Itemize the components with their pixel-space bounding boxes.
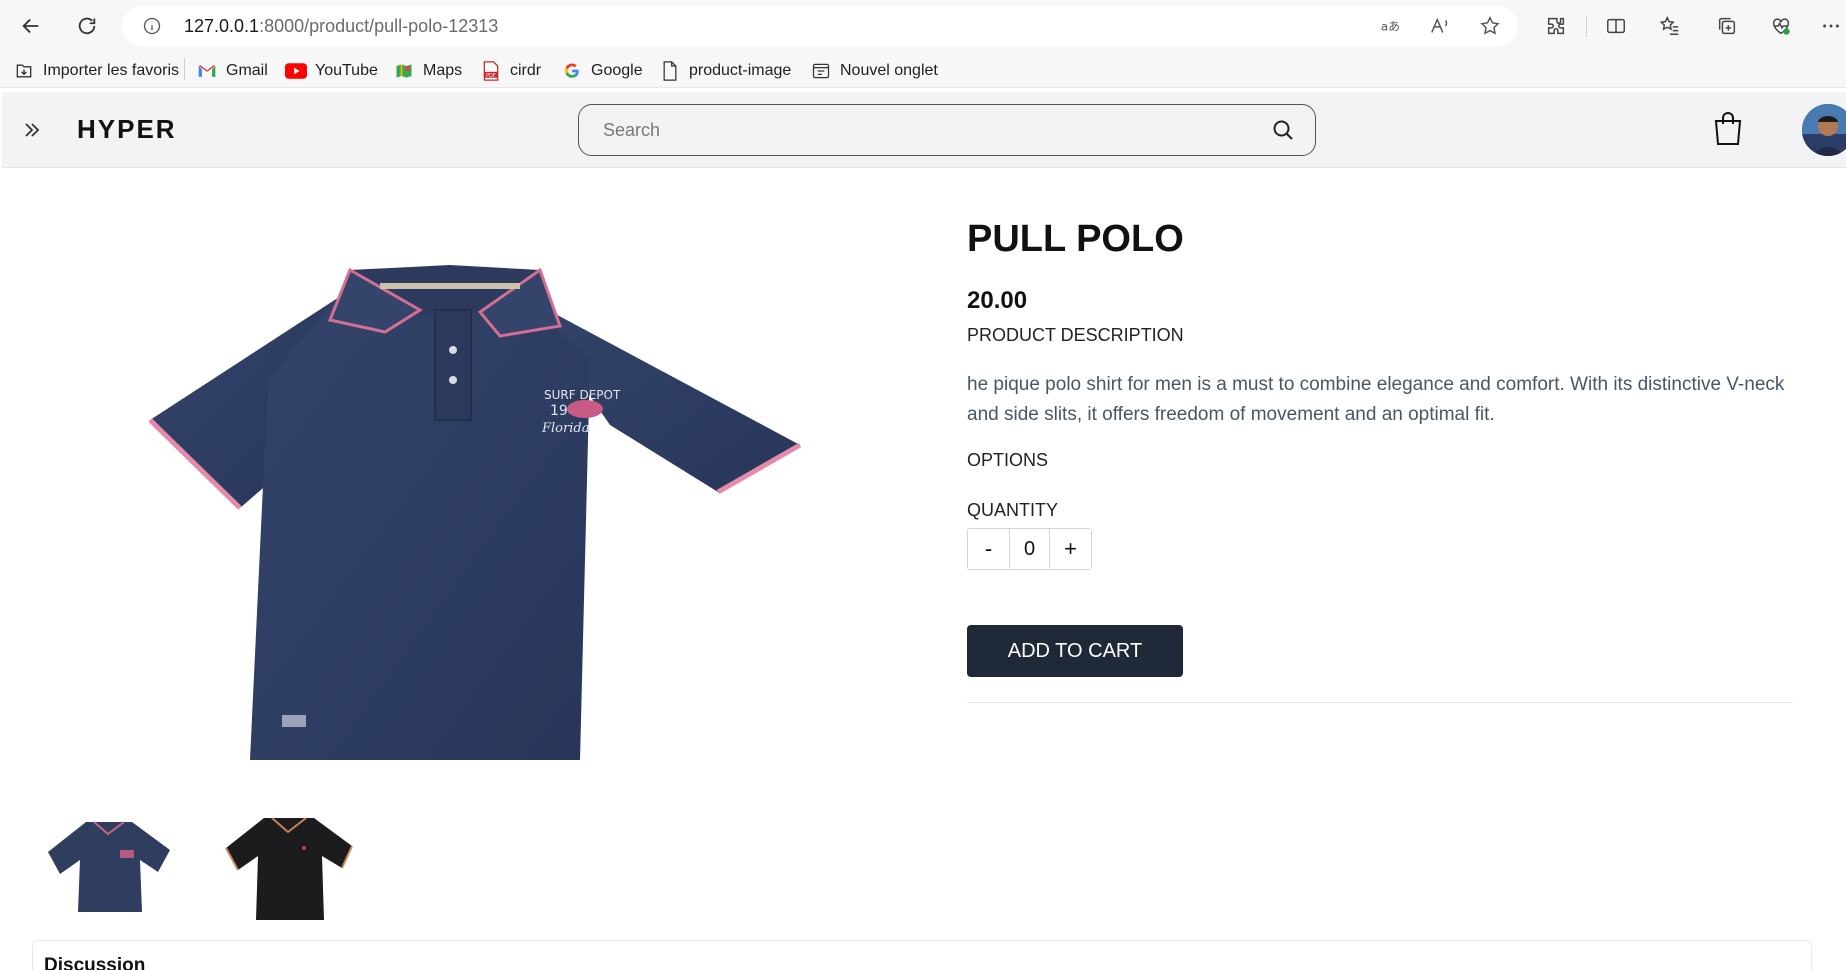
quantity-stepper: - 0 + [967, 528, 1092, 570]
bookmark-label: Importer les favoris [43, 62, 180, 79]
url-text[interactable]: 127.0.0.1:8000/product/pull-polo-12313 [184, 16, 498, 37]
add-to-cart-button[interactable]: ADD TO CART [967, 625, 1183, 677]
bookmarks-bar: Importer les favoris Gmail YouTube Maps … [0, 52, 1846, 88]
bookmark-import-favorites[interactable]: Importer les favoris [13, 59, 179, 83]
product-thumbnail-black[interactable] [218, 812, 358, 922]
url-host: 127.0.0.1 [184, 16, 260, 36]
page-icon [659, 60, 681, 82]
product-description-label: PRODUCT DESCRIPTION [967, 325, 1184, 345]
bookmark-label: cirdr [510, 62, 542, 79]
bookmark-label: Gmail [226, 62, 268, 79]
translate-icon[interactable]: aあ [1376, 12, 1404, 40]
bookmark-label: Maps [423, 62, 463, 79]
product-price: 20.00 [967, 287, 1028, 314]
browser-toolbar: 127.0.0.1:8000/product/pull-polo-12313 a… [0, 0, 1846, 52]
bookmarks-divider [184, 58, 185, 80]
google-icon [561, 60, 583, 82]
svg-text:Florida: Florida [541, 421, 589, 436]
gmail-icon [196, 60, 218, 82]
bookmark-google[interactable]: Google [561, 59, 643, 83]
bookmark-cirdr[interactable]: PDF cirdr [480, 59, 541, 83]
read-aloud-icon[interactable] [1426, 12, 1454, 40]
bookmark-gmail[interactable]: Gmail [196, 59, 268, 83]
svg-text:aあ: aあ [1381, 20, 1400, 34]
import-favorites-icon [13, 60, 35, 82]
product-main-image[interactable]: SURF DEPOT 19 72 Florida [120, 240, 820, 800]
bookmark-new-tab[interactable]: Nouvel onglet [810, 59, 938, 83]
pdf-icon: PDF [480, 60, 502, 82]
search-bar [578, 104, 1316, 156]
favorites-list-icon[interactable] [1656, 12, 1684, 40]
bookmark-maps[interactable]: Maps [393, 59, 462, 83]
maps-icon [393, 60, 415, 82]
site-info-icon[interactable] [142, 16, 162, 41]
shopping-bag-icon[interactable] [1712, 110, 1746, 148]
bookmark-label: product-image [689, 62, 792, 79]
back-arrow-icon[interactable] [16, 12, 46, 40]
options-label: OPTIONS [967, 450, 1049, 470]
url-path: :8000/product/pull-polo-12313 [259, 16, 499, 36]
quantity-increase-button[interactable]: + [1050, 529, 1091, 569]
address-bar[interactable]: 127.0.0.1:8000/product/pull-polo-12313 a… [122, 6, 1518, 46]
discussion-section: Discussion [32, 940, 1812, 970]
site-header: HYPER [2, 92, 1846, 168]
product-description: he pique polo shirt for men is a must to… [967, 374, 1785, 425]
product-thumbnail-navy[interactable] [38, 812, 178, 922]
quantity-value[interactable]: 0 [1009, 529, 1050, 569]
discussion-title: Discussion [44, 955, 146, 970]
browser-health-icon[interactable] [1767, 12, 1795, 40]
section-divider [967, 702, 1793, 703]
bookmark-label: YouTube [315, 62, 378, 79]
split-screen-icon[interactable] [1602, 12, 1630, 40]
youtube-icon [285, 60, 307, 82]
user-avatar[interactable] [1802, 104, 1846, 156]
bookmark-youtube[interactable]: YouTube [285, 59, 378, 83]
svg-text:SURF DEPOT: SURF DEPOT [544, 388, 621, 402]
search-icon[interactable] [1271, 118, 1297, 144]
more-options-icon[interactable] [1817, 12, 1845, 40]
reload-icon[interactable] [72, 12, 102, 40]
collections-icon[interactable] [1713, 12, 1741, 40]
search-input[interactable] [603, 117, 1243, 143]
quantity-decrease-button[interactable]: - [968, 529, 1009, 569]
svg-text:PDF: PDF [486, 73, 496, 79]
bookmark-product-image[interactable]: product-image [659, 59, 791, 83]
brand-logo[interactable]: HYPER [77, 114, 177, 145]
extensions-icon[interactable] [1542, 12, 1570, 40]
product-title: PULL POLO [967, 218, 1184, 260]
bookmark-label: Google [591, 62, 643, 79]
sidebar-toggle-icon[interactable] [20, 118, 44, 142]
favorite-star-icon[interactable] [1476, 12, 1504, 40]
quantity-label: QUANTITY [967, 500, 1059, 520]
bookmark-label: Nouvel onglet [840, 62, 938, 79]
toolbar-divider [1586, 15, 1587, 37]
new-tab-icon [810, 60, 832, 82]
